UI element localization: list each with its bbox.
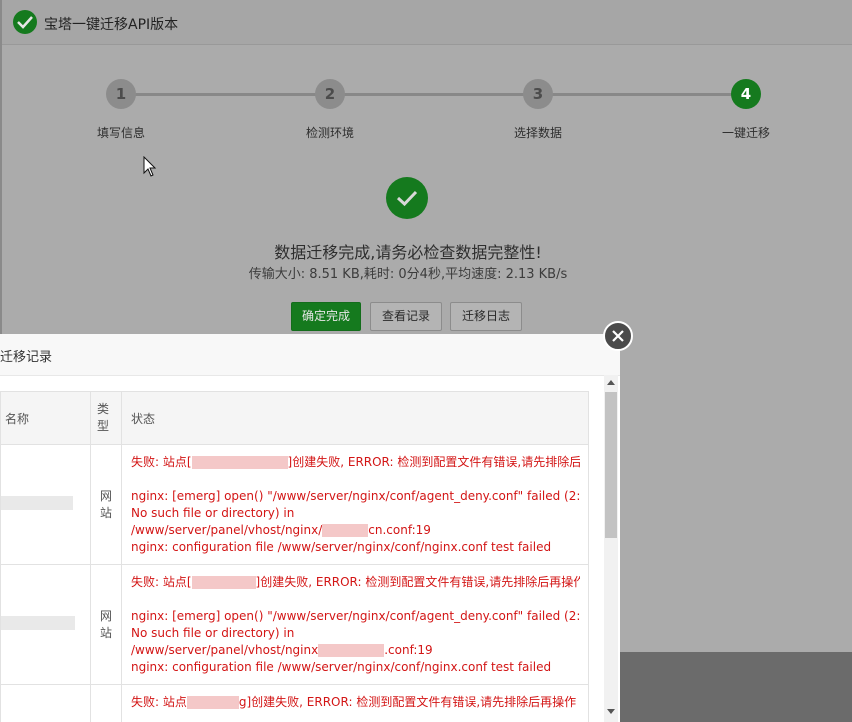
migration-records-dialog: 迁移记录 名称 类型 状态 网站 失败: 站点[]创建失败, ERROR: 检测… <box>0 334 620 722</box>
dialog-title: 迁移记录 <box>0 350 53 365</box>
site-name-cell <box>0 684 91 722</box>
steps-progress-line <box>121 93 746 96</box>
close-icon[interactable] <box>603 321 633 351</box>
status-cell: 失败: 站点[]创建失败, ERROR: 检测到配置文件有错误,请先排除后再操作… <box>121 564 589 685</box>
migration-complete-title: 数据迁移完成,请务必检查数据完整性! <box>274 243 542 262</box>
status-cell: 失败: 站点[]创建失败, ERROR: 检测到配置文件有错误,请先排除后再操作… <box>121 444 589 565</box>
step-2-label: 检测环境 <box>305 126 354 140</box>
table-row: 网站 失败: 站点[]创建失败, ERROR: 检测到配置文件有错误,请先排除后… <box>0 564 589 685</box>
records-table: 名称 类型 状态 网站 失败: 站点[]创建失败, ERROR: 检测到配置文件… <box>0 391 589 722</box>
type-cell: 网站 <box>90 444 122 565</box>
type-cell: 网站 <box>90 564 122 685</box>
step-3-label: 选择数据 <box>513 126 562 140</box>
vertical-scrollbar[interactable] <box>604 375 618 722</box>
step-3-number: 3 <box>523 79 553 109</box>
site-name-cell <box>0 564 91 685</box>
blurred-site-name <box>1 496 73 510</box>
column-header-status: 状态 <box>121 391 589 445</box>
scrollbar-thumb[interactable] <box>605 392 617 538</box>
column-header-type: 类型 <box>90 391 122 445</box>
scroll-up-arrow-icon[interactable] <box>607 380 615 385</box>
step-2-number: 2 <box>315 79 345 109</box>
success-check-icon <box>386 177 428 219</box>
step-4-label: 一键迁移 <box>721 126 770 140</box>
window-title: 宝塔一键迁移API版本 <box>44 17 179 33</box>
status-cell: 失败: 站点 g]创建失败, ERROR: 检测到配置文件有错误,请先排除后再操作 <box>121 684 589 722</box>
column-header-name: 名称 <box>0 391 91 445</box>
transfer-stats: 传输大小: 8.51 KB,耗时: 0分4秒,平均速度: 2.13 KB/s <box>248 267 568 282</box>
dialog-header: 迁移记录 <box>0 334 620 376</box>
view-records-button[interactable]: 查看记录 <box>370 302 442 331</box>
mouse-cursor-icon <box>143 156 157 177</box>
confirm-finish-button[interactable]: 确定完成 <box>291 302 361 331</box>
redacted-text <box>318 644 385 657</box>
title-bar: 宝塔一键迁移API版本 <box>2 0 852 45</box>
scroll-down-arrow-icon[interactable] <box>607 709 615 714</box>
type-cell <box>90 684 122 722</box>
redacted-text <box>191 456 288 469</box>
blurred-site-name <box>1 616 75 630</box>
app-check-icon <box>13 10 37 34</box>
step-1-number: 1 <box>106 79 136 109</box>
migration-log-button[interactable]: 迁移日志 <box>450 302 522 331</box>
redacted-text <box>191 576 256 589</box>
site-name-cell <box>0 444 91 565</box>
step-1-label: 填写信息 <box>96 126 145 140</box>
redacted-text <box>186 696 239 709</box>
table-row: 网站 失败: 站点[]创建失败, ERROR: 检测到配置文件有错误,请先排除后… <box>0 444 589 565</box>
step-4-number: 4 <box>731 79 761 109</box>
redacted-text <box>322 524 369 537</box>
table-row: 失败: 站点 g]创建失败, ERROR: 检测到配置文件有错误,请先排除后再操作 <box>0 684 589 722</box>
